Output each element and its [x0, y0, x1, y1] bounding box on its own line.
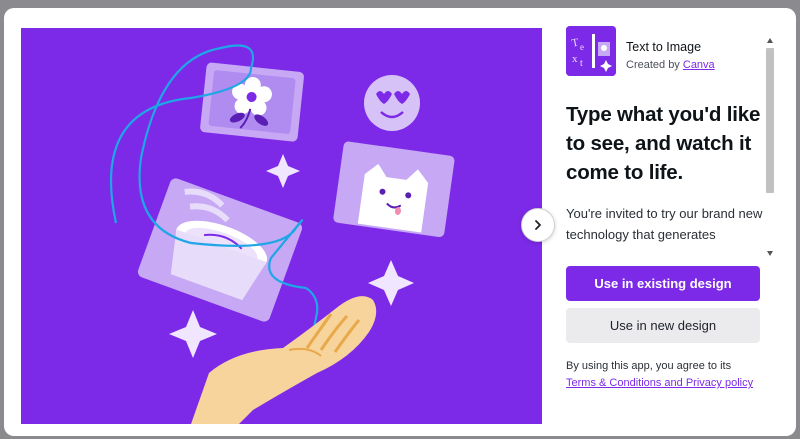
terms-notice: By using this app, you agree to its Term…: [566, 358, 766, 392]
illustration-graphic: [109, 44, 455, 424]
use-in-existing-design-button[interactable]: Use in existing design: [566, 266, 760, 301]
app-creator: Created by Canva: [626, 57, 715, 73]
svg-text:t: t: [580, 58, 583, 69]
app-info-panel: T e x t Text to Image Created by Canva T…: [566, 26, 774, 252]
app-header: T e x t Text to Image Created by Canva: [566, 26, 774, 78]
use-in-new-design-button[interactable]: Use in new design: [566, 308, 760, 343]
sparkle-1: [266, 154, 300, 188]
creator-link[interactable]: Canva: [683, 59, 715, 71]
panel-scrollbar[interactable]: [764, 34, 776, 260]
next-slide-button[interactable]: [521, 208, 555, 242]
text-to-image-icon: T e x t: [566, 26, 616, 76]
hero-illustration: [21, 28, 542, 424]
sparkle-2: [368, 260, 414, 306]
hand: [191, 296, 377, 424]
flower-card: [200, 62, 304, 142]
terms-prefix: By using this app, you agree to its: [566, 360, 732, 372]
emoji-circle: [364, 75, 420, 131]
headline: Type what you'd like to see, and watch i…: [566, 103, 761, 184]
app-thumbnail: T e x t: [566, 26, 616, 76]
terms-link[interactable]: Terms & Conditions and Privacy policy: [566, 377, 753, 389]
app-detail-modal: T e x t Text to Image Created by Canva T…: [4, 8, 796, 436]
app-description: You're invited to try our brand new tech…: [566, 206, 763, 242]
svg-text:e: e: [580, 42, 584, 52]
sparkle-3: [169, 310, 217, 358]
chevron-right-icon: [535, 220, 541, 230]
scroll-up-icon[interactable]: [767, 38, 773, 43]
svg-text:x: x: [572, 53, 578, 65]
app-name: Text to Image: [626, 40, 702, 54]
scroll-down-icon[interactable]: [767, 251, 773, 256]
cat-card: [333, 141, 455, 238]
created-by-label: Created by: [626, 59, 683, 71]
scrollbar-thumb[interactable]: [766, 48, 774, 193]
